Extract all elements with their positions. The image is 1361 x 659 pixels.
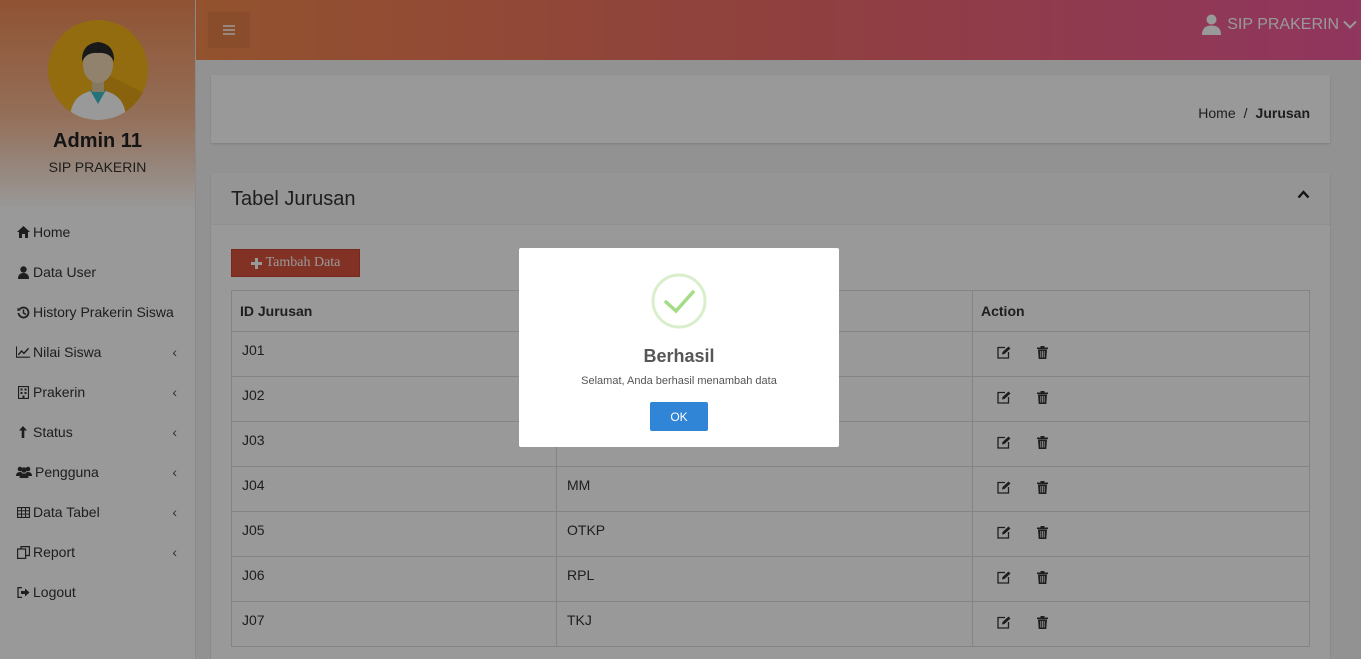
dialog-title: Berhasil (643, 346, 715, 366)
success-check-icon (651, 273, 707, 329)
ok-button[interactable]: OK (650, 402, 708, 431)
success-dialog: Berhasil Selamat, Anda berhasil menambah… (519, 248, 839, 447)
dialog-message: Selamat, Anda berhasil menambah data (581, 375, 777, 387)
